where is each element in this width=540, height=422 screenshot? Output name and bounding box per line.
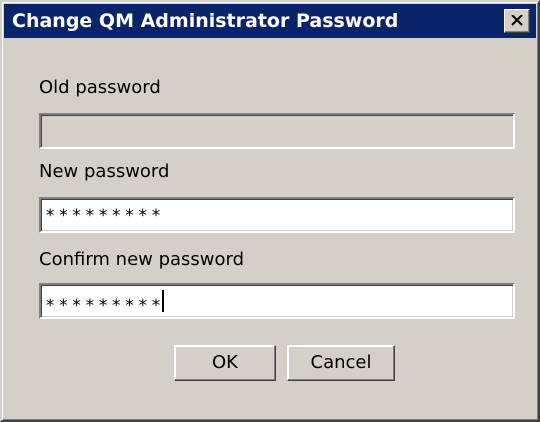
confirm-password-field[interactable]: *********	[39, 283, 515, 319]
close-button[interactable]	[504, 9, 530, 33]
new-password-value: *********	[45, 206, 165, 226]
old-password-label: Old password	[39, 77, 161, 98]
title-bar[interactable]: Change QM Administrator Password	[4, 4, 536, 38]
confirm-password-value-wrap: *********	[45, 290, 165, 317]
new-password-label: New password	[39, 161, 170, 182]
dialog-title: Change QM Administrator Password	[12, 10, 399, 32]
cancel-button[interactable]: Cancel	[287, 345, 395, 381]
change-password-dialog: Change QM Administrator Password Old pas…	[0, 0, 540, 422]
new-password-field[interactable]: *********	[39, 197, 515, 233]
ok-button[interactable]: OK	[174, 345, 276, 381]
old-password-field	[39, 113, 515, 149]
text-caret	[162, 290, 165, 312]
confirm-password-value: *********	[45, 296, 165, 316]
confirm-password-label: Confirm new password	[39, 249, 245, 270]
close-icon	[511, 15, 523, 26]
